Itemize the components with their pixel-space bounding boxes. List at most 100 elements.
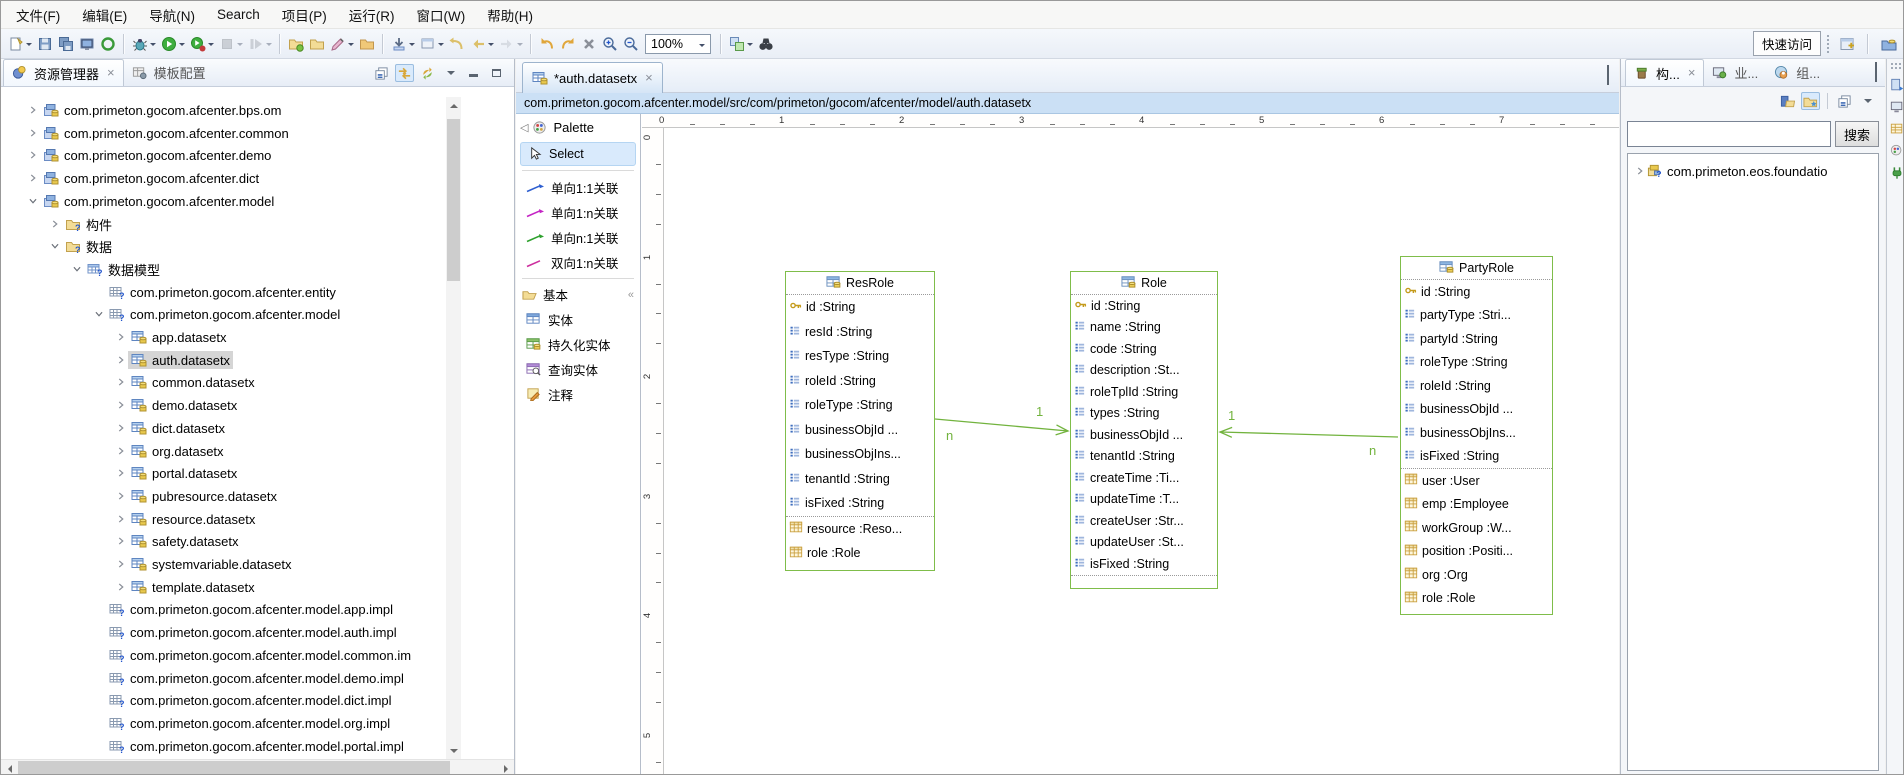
menu-item[interactable]: 编辑(E) xyxy=(71,0,138,30)
chevron-down-icon[interactable] xyxy=(488,43,494,49)
chevron-right-icon[interactable] xyxy=(25,148,40,162)
close-icon[interactable]: × xyxy=(1688,68,1696,78)
tab-organization[interactable]: 组... xyxy=(1766,59,1828,86)
chevron-down-icon[interactable] xyxy=(348,43,354,49)
brush-icon[interactable] xyxy=(327,33,348,54)
entity-reference[interactable]: workGroup :W... xyxy=(1401,516,1552,540)
view-menu-icon[interactable] xyxy=(1858,92,1877,110)
tree-item[interactable]: pubresource.datasetx xyxy=(113,485,280,507)
entity-attribute[interactable]: updateUser :St... xyxy=(1071,532,1217,554)
menu-item[interactable]: 窗口(W) xyxy=(406,0,477,30)
tree-item[interactable]: com.primeton.gocom.afcenter.demo xyxy=(25,144,274,166)
scrollbar-thumb[interactable] xyxy=(447,119,460,281)
entity-attribute[interactable]: businessObjId ... xyxy=(786,418,934,443)
menu-item[interactable]: Search xyxy=(206,2,271,27)
entity-attribute[interactable]: resId :String xyxy=(786,320,934,345)
entity-attribute[interactable]: id :String xyxy=(1071,295,1217,317)
search-input[interactable] xyxy=(1627,121,1831,147)
entity-attribute[interactable]: types :String xyxy=(1071,403,1217,425)
book-folder-icon[interactable] xyxy=(1778,92,1797,110)
chevron-right-icon[interactable] xyxy=(25,126,40,140)
entity-attribute[interactable]: businessObjIns... xyxy=(1401,421,1552,445)
search-binoculars-icon[interactable] xyxy=(755,33,776,54)
tree-item[interactable]: resource.datasetx xyxy=(113,508,258,530)
tab-components[interactable]: 构... × xyxy=(1625,59,1704,86)
tree-item[interactable]: ?com.primeton.gocom.afcenter.model.commo… xyxy=(91,644,414,666)
breadcrumb[interactable]: com.primeton.gocom.afcenter.model/src/co… xyxy=(516,93,1619,114)
entity-reference[interactable]: emp :Employee xyxy=(1401,493,1552,517)
palette-collapse-icon[interactable]: ◁ xyxy=(520,121,528,134)
entity-attribute[interactable]: name :String xyxy=(1071,317,1217,339)
delete-x-icon[interactable] xyxy=(578,33,599,54)
entity-reference[interactable]: user :User xyxy=(1401,469,1552,493)
entity-attribute[interactable]: partyType :Stri... xyxy=(1401,304,1552,328)
chevron-down-icon[interactable] xyxy=(517,43,523,49)
tree-item[interactable]: com.primeton.gocom.afcenter.bps.om xyxy=(25,99,285,121)
menu-item[interactable]: 帮助(H) xyxy=(476,0,544,30)
palette-tool-connection[interactable]: 双向1:n关联 xyxy=(520,250,636,274)
tree-item[interactable]: ?com.primeton.gocom.afcenter.model.app.i… xyxy=(91,598,396,620)
scrollbar-thumb[interactable] xyxy=(18,761,450,775)
entity-attribute[interactable]: createUser :Str... xyxy=(1071,510,1217,532)
minimize-icon[interactable] xyxy=(464,64,483,82)
window-new-icon[interactable] xyxy=(417,33,438,54)
search-button[interactable]: 搜索 xyxy=(1835,121,1879,147)
stop-icon[interactable] xyxy=(216,33,237,54)
chevron-down-icon[interactable] xyxy=(747,43,753,49)
tree-item[interactable]: demo.datasetx xyxy=(113,394,240,416)
entity-attribute[interactable]: resType :String xyxy=(786,344,934,369)
tree-item[interactable]: ?com.primeton.gocom.afcenter.model.dict.… xyxy=(91,689,395,711)
run-config-icon[interactable] xyxy=(187,33,208,54)
tree-item[interactable]: common.datasetx xyxy=(113,371,258,393)
tree-item[interactable]: ?com.primeton.gocom.afcenter.model.org.i… xyxy=(91,712,393,734)
tree-item[interactable]: com.primeton.gocom.afcenter.dict xyxy=(25,167,262,189)
entity-title[interactable]: ResRole xyxy=(786,272,934,295)
chevron-down-icon[interactable] xyxy=(208,43,214,49)
tree-item[interactable]: portal.datasetx xyxy=(113,462,240,484)
entity-reference[interactable]: position :Positi... xyxy=(1401,540,1552,564)
view-menu-icon[interactable] xyxy=(441,64,460,82)
palette-tool-connection[interactable]: 单向1:1关联 xyxy=(520,175,636,199)
chevron-right-icon[interactable] xyxy=(113,580,128,594)
tree-item[interactable]: systemvariable.datasetx xyxy=(113,553,294,575)
tree-item[interactable]: ?com.primeton.gocom.afcenter.model.demo.… xyxy=(91,667,407,689)
chevron-right-icon[interactable] xyxy=(113,398,128,412)
palette-tool-connection[interactable]: 单向n:1关联 xyxy=(520,225,636,249)
server-start-icon[interactable] xyxy=(97,33,118,54)
tab-resource-explorer[interactable]: 资源管理器 × xyxy=(3,59,124,86)
resume-icon[interactable] xyxy=(245,33,266,54)
open-folder-green-icon[interactable] xyxy=(285,33,306,54)
palette-view-icon[interactable] xyxy=(1888,142,1904,160)
tree-item[interactable]: com.primeton.gocom.afcenter.model xyxy=(25,190,277,212)
link-with-editor-icon[interactable] xyxy=(395,64,414,82)
chevron-down-icon[interactable] xyxy=(438,43,444,49)
tree-item[interactable]: ?数据 xyxy=(47,235,115,257)
entity-attribute[interactable]: businessObjIns... xyxy=(786,442,934,467)
tab-business[interactable]: 业... xyxy=(1704,59,1766,86)
scroll-down-button[interactable] xyxy=(446,743,461,759)
menu-item[interactable]: 导航(N) xyxy=(138,0,206,30)
chevron-right-icon[interactable] xyxy=(113,375,128,389)
chevron-right-icon[interactable] xyxy=(113,466,128,480)
folder-icon[interactable] xyxy=(306,33,327,54)
entity-attribute[interactable]: partyId :String xyxy=(1401,327,1552,351)
menu-item[interactable]: 运行(R) xyxy=(338,0,406,30)
close-icon[interactable]: × xyxy=(645,73,653,83)
tree-item[interactable]: dict.datasetx xyxy=(113,417,228,439)
entity-PartyRole[interactable]: PartyRoleid :StringpartyType :Stri...par… xyxy=(1400,256,1553,615)
entity-attribute[interactable]: isFixed :String xyxy=(786,491,934,516)
palette-header[interactable]: ◁ Palette xyxy=(516,114,640,141)
sync-icon[interactable] xyxy=(418,64,437,82)
tree-horizontal-scrollbar[interactable] xyxy=(1,759,514,775)
scroll-left-button[interactable] xyxy=(1,760,17,775)
entity-title[interactable]: PartyRole xyxy=(1401,257,1552,280)
chevron-down-icon[interactable] xyxy=(409,43,415,49)
chevron-right-icon[interactable] xyxy=(113,421,128,435)
layers-icon[interactable] xyxy=(726,33,747,54)
entity-attribute[interactable]: tenantId :String xyxy=(786,467,934,492)
entity-attribute[interactable]: roleType :String xyxy=(786,393,934,418)
menu-item[interactable]: 项目(P) xyxy=(271,0,338,30)
entity-attribute[interactable]: roleTplId :String xyxy=(1071,381,1217,403)
chevron-right-icon[interactable] xyxy=(113,444,128,458)
chevron-down-icon[interactable] xyxy=(91,307,106,321)
